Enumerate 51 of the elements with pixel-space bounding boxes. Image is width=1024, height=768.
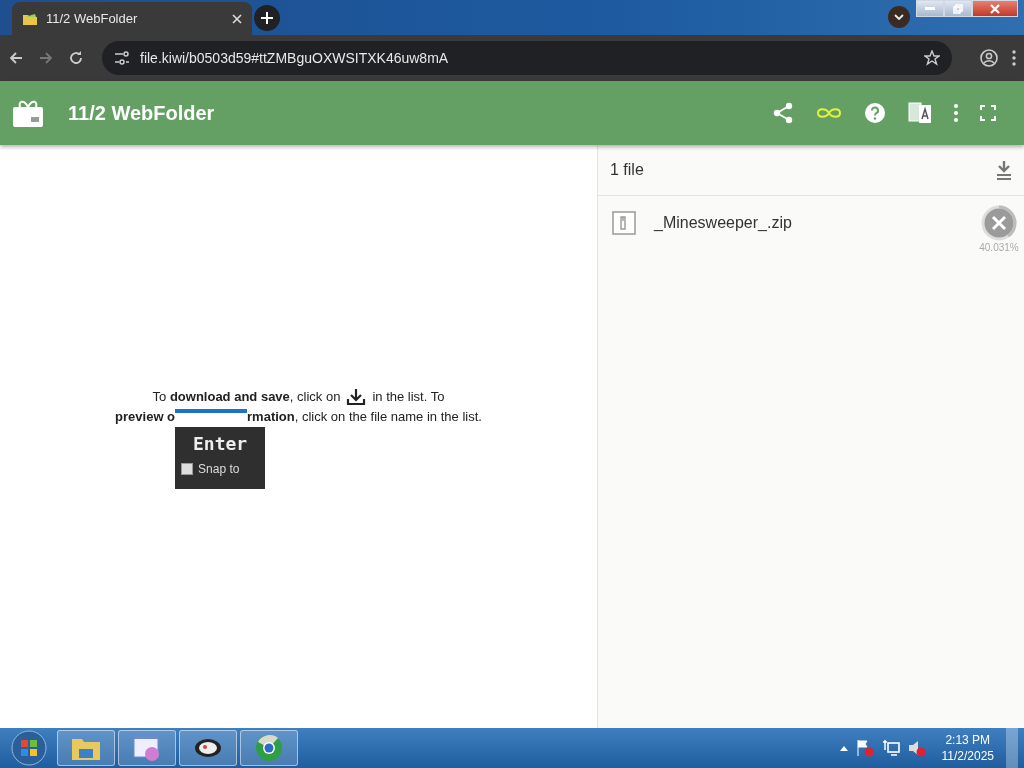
plus-icon: [261, 12, 273, 24]
download-icon: [346, 387, 367, 406]
help-icon[interactable]: [864, 102, 886, 124]
instruction-text: preview o: [115, 409, 176, 424]
progress-text: 40.031%: [979, 241, 1019, 253]
file-count: 1 file: [610, 161, 645, 179]
site-settings-icon[interactable]: [114, 51, 130, 65]
address-bar[interactable]: file.kiwi/b0503d59#ttZMBguOXWSITXK46uw8mA: [102, 41, 952, 75]
close-button[interactable]: [972, 0, 1018, 17]
forward-button[interactable]: [38, 50, 54, 66]
app-title: 11/2 WebFolder: [68, 101, 216, 125]
fullscreen-icon[interactable]: [980, 105, 996, 121]
chevron-icon: [894, 14, 904, 20]
file-icon: [612, 211, 636, 235]
volume-icon[interactable]: [907, 739, 926, 757]
flag-icon[interactable]: [855, 739, 874, 757]
star-icon[interactable]: [924, 50, 940, 66]
restore-icon: [953, 3, 963, 14]
instruction-text: in the list. To: [372, 389, 445, 404]
taskbar-app[interactable]: [179, 730, 237, 766]
clock-time[interactable]: 2:13 PM: [945, 732, 991, 748]
file-name[interactable]: _Minesweeper_.zip: [654, 214, 956, 232]
reload-button[interactable]: [68, 50, 84, 66]
minimize-icon: [925, 7, 935, 10]
instruction-text: rmation, click on the file name in the list.: [247, 409, 482, 424]
close-icon: [990, 3, 1000, 14]
tab-title: 11/2 WebFolder: [46, 11, 139, 26]
checkbox[interactable]: [181, 462, 194, 475]
popup-title: Enter: [191, 432, 249, 454]
network-icon[interactable]: [881, 739, 900, 757]
checkbox-label: Snap to: [198, 461, 240, 476]
url-text: file.kiwi/b0503d59#ttZMBguOXWSITXK46uw8mA: [140, 50, 450, 66]
more-icon[interactable]: [954, 104, 958, 122]
disc-icon: [193, 737, 223, 759]
browser-tab[interactable]: 11/2 WebFolder: [12, 2, 252, 35]
show-hidden-icon[interactable]: [839, 745, 848, 751]
tab-search-button[interactable]: [888, 6, 910, 28]
share-icon[interactable]: [772, 102, 794, 124]
translate-icon[interactable]: [908, 101, 932, 125]
clock-date[interactable]: 11/2/2025: [941, 748, 994, 764]
cancel-icon[interactable]: [980, 203, 1018, 242]
download-all-icon[interactable]: [996, 160, 1012, 180]
browser-icon: [254, 733, 284, 763]
close-icon[interactable]: [232, 13, 242, 24]
infinity-icon[interactable]: [816, 106, 842, 120]
menu-icon[interactable]: [1012, 50, 1016, 66]
new-tab-button[interactable]: [254, 5, 280, 31]
back-button[interactable]: [8, 50, 24, 66]
profile-icon[interactable]: [980, 49, 998, 67]
window-icon: [132, 734, 162, 762]
instruction-text: To download and save, click on: [152, 389, 341, 404]
